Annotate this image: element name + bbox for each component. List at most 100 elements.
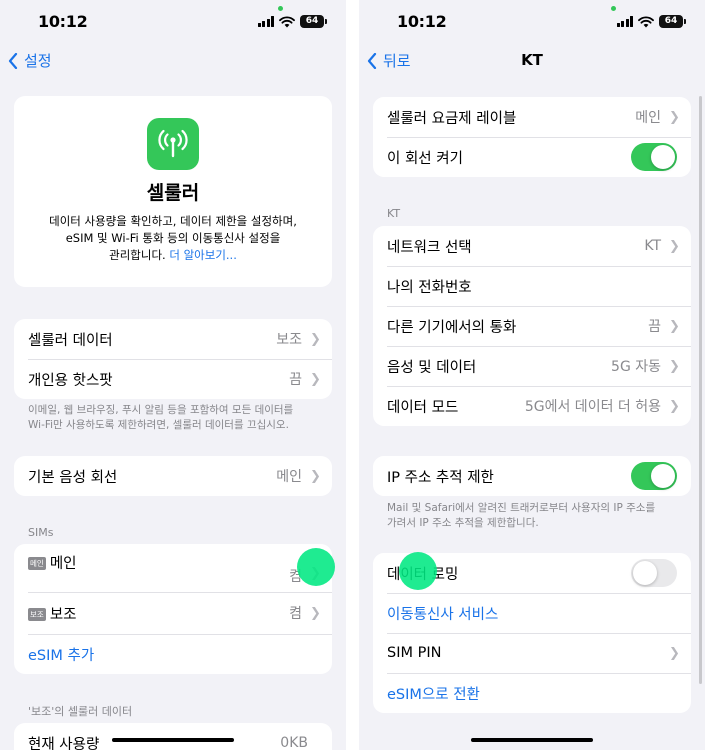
convert-esim-row[interactable]: eSIM으로 전환 — [373, 673, 691, 713]
camera-indicator-dot — [611, 6, 616, 11]
hero-description: 데이터 사용량을 확인하고, 데이터 제한을 설정하며, eSIM 및 Wi-F… — [14, 213, 332, 264]
wifi-icon — [638, 15, 654, 27]
system-icons: 64 — [616, 15, 686, 28]
status-bar: 10:12 64 — [359, 0, 705, 44]
nav-bar: 설정 — [0, 44, 346, 78]
home-indicator[interactable] — [112, 738, 234, 742]
chevron-right-icon: ❯ — [669, 358, 680, 374]
cellular-hero-card: 셀룰러 데이터 사용량을 확인하고, 데이터 제한을 설정하며, eSIM 및 … — [14, 96, 332, 287]
chevron-right-icon: ❯ — [669, 238, 680, 254]
line-enable-row: 이 회선 켜기 — [373, 137, 691, 177]
row-label: 메인 메인 — [28, 552, 289, 573]
row-label: 다른 기기에서의 통화 — [387, 319, 517, 336]
footer-line: 이메일, 웹 브라우징, 푸시 알림 등을 포함하여 모든 데이터를 — [28, 404, 294, 416]
page-title: KT — [521, 51, 543, 69]
nav-bar: 뒤로 KT — [359, 44, 705, 78]
add-esim-link[interactable]: eSIM 추가 — [28, 644, 318, 665]
carrier-services-row[interactable]: 이동통신사 서비스 — [373, 593, 691, 633]
signal-icon — [616, 16, 633, 27]
row-value: 끔 — [648, 319, 661, 335]
network-selection-row[interactable]: 네트워크 선택 KT ❯ — [373, 226, 691, 266]
line-group: 셀룰러 요금제 레이블 메인 ❯ 이 회선 켜기 — [373, 97, 691, 177]
usage-section-header: '보조'의 셀룰러 데이터 — [28, 705, 133, 718]
row-value: 메인 — [635, 110, 661, 126]
row-value: 켬 — [289, 569, 302, 585]
signal-icon — [257, 16, 274, 27]
sims-section-header: SIMs — [28, 526, 54, 539]
sim-main-row[interactable]: 메인 메인 켬 ❯ — [14, 544, 332, 592]
data-mode-row[interactable]: 데이터 모드 5G에서 데이터 더 허용 ❯ — [373, 386, 691, 426]
toggle-knob — [651, 464, 675, 488]
home-indicator[interactable] — [471, 738, 593, 742]
plan-label-row[interactable]: 셀룰러 요금제 레이블 메인 ❯ — [373, 97, 691, 137]
back-button[interactable]: 설정 — [8, 50, 52, 71]
scroll-indicator[interactable] — [699, 96, 702, 684]
cellular-data-footer: 이메일, 웹 브라우징, 푸시 알림 등을 포함하여 모든 데이터를 Wi-Fi… — [28, 403, 324, 433]
convert-to-esim-link[interactable]: eSIM으로 전환 — [387, 683, 677, 704]
row-label: 셀룰러 데이터 — [28, 332, 113, 349]
footer-line: Wi-Fi만 사용하도록 제한하려면, 셀룰러 데이터를 끄십시오. — [28, 419, 289, 431]
chevron-right-icon: ❯ — [310, 371, 321, 387]
screen-divider — [346, 0, 359, 750]
current-usage-row: 현재 사용량 0KB — [14, 723, 332, 750]
camera-indicator-dot — [278, 6, 283, 11]
kt-group: 네트워크 선택 KT ❯ 나의 전화번호 다른 기기에서의 통화 끔 ❯ 음성 … — [373, 226, 691, 426]
data-roaming-row: 데이터 로밍 — [373, 553, 691, 593]
chevron-right-icon: ❯ — [310, 331, 321, 347]
antenna-icon — [147, 118, 199, 170]
row-label: 나의 전화번호 — [387, 279, 472, 296]
cellular-data-group: 셀룰러 데이터 보조 ❯ 개인용 핫스팟 끔 ❯ — [14, 319, 332, 399]
sim-pin-row[interactable]: SIM PIN ❯ — [373, 633, 691, 673]
voice-data-row[interactable]: 음성 및 데이터 5G 자동 ❯ — [373, 346, 691, 386]
cellular-settings-screen: 10:12 64 설정 셀룰러 데이터 사용량을 확인하고, 데이터 제한을 설… — [0, 0, 346, 750]
row-label: 음성 및 데이터 — [387, 359, 477, 376]
row-value: KT — [644, 238, 661, 254]
ip-tracking-footer: Mail 및 Safari에서 알려진 트래커로부터 사용자의 IP 주소를 가… — [387, 501, 683, 531]
footer-line: 가려서 IP 주소 추적을 제한합니다. — [387, 517, 539, 529]
footer-line: Mail 및 Safari에서 알려진 트래커로부터 사용자의 IP 주소를 — [387, 502, 656, 514]
toggle-knob — [651, 145, 675, 169]
sim-badge: 메인 — [28, 557, 46, 570]
status-time: 10:12 — [38, 12, 88, 31]
cellular-data-row[interactable]: 셀룰러 데이터 보조 ❯ — [14, 319, 332, 359]
row-label: 데이터 로밍 — [387, 566, 459, 583]
ip-tracking-group: IP 주소 추적 제한 — [373, 456, 691, 496]
hero-desc-line: eSIM 및 Wi-Fi 통화 등의 이동통신사 설정을 — [65, 231, 281, 245]
toggle-knob — [633, 561, 657, 585]
sims-group: 메인 메인 켬 ❯ 보조 보조 켬 ❯ eSIM 추가 — [14, 544, 332, 674]
learn-more-link[interactable]: 더 알아보기... — [169, 248, 237, 262]
row-label: 개인용 핫스팟 — [28, 372, 113, 389]
row-value: 메인 — [276, 469, 302, 485]
battery-icon: 64 — [300, 15, 327, 28]
add-esim-row[interactable]: eSIM 추가 — [14, 634, 332, 674]
sim-name: 메인 — [49, 556, 77, 572]
carrier-services-link[interactable]: 이동통신사 서비스 — [387, 603, 677, 624]
data-roaming-toggle[interactable] — [631, 559, 677, 587]
ip-tracking-row: IP 주소 추적 제한 — [373, 456, 691, 496]
status-bar: 10:12 64 — [0, 0, 346, 44]
kt-section-header: KT — [387, 207, 401, 220]
personal-hotspot-row[interactable]: 개인용 핫스팟 끔 ❯ — [14, 359, 332, 399]
row-label: 데이터 모드 — [387, 399, 459, 416]
my-number-row[interactable]: 나의 전화번호 — [373, 266, 691, 306]
chevron-right-icon: ❯ — [669, 398, 680, 414]
row-label: 보조 보조 — [28, 603, 289, 624]
sim-name: 보조 — [49, 606, 77, 623]
row-value: 켬 — [289, 606, 302, 622]
status-time: 10:12 — [397, 12, 447, 31]
back-label: 설정 — [24, 52, 52, 70]
default-voice-line-row[interactable]: 기본 음성 회선 메인 ❯ — [14, 456, 332, 496]
system-icons: 64 — [257, 15, 327, 28]
sim-secondary-row[interactable]: 보조 보조 켬 ❯ — [14, 592, 332, 634]
line-enable-toggle[interactable] — [631, 143, 677, 171]
wifi-icon — [279, 15, 295, 27]
battery-icon: 64 — [659, 15, 686, 28]
chevron-right-icon: ❯ — [669, 645, 680, 661]
kt-line-settings-screen: 10:12 64 뒤로 KT 셀룰러 요금제 레이블 메인 ❯ 이 회선 켜기 … — [359, 0, 705, 750]
hero-desc-line: 관리합니다. — [109, 248, 166, 262]
row-value: 0KB — [280, 735, 308, 750]
row-value: 5G 자동 — [611, 359, 661, 375]
row-label: IP 주소 추적 제한 — [387, 469, 494, 486]
ip-tracking-toggle[interactable] — [631, 462, 677, 490]
calls-on-other-devices-row[interactable]: 다른 기기에서의 통화 끔 ❯ — [373, 306, 691, 346]
